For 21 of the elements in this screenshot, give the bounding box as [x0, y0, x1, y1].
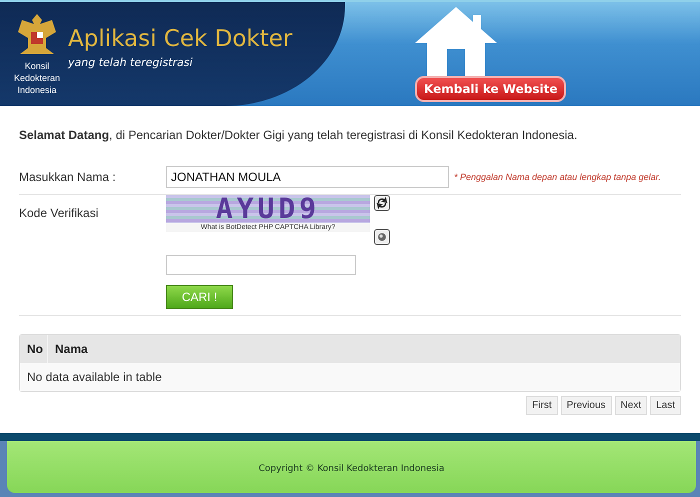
column-header: Nama — [54, 342, 88, 356]
speaker-icon[interactable] — [374, 229, 390, 245]
name-label: Masukkan Nama : — [19, 170, 117, 184]
empty-table-message: No data available in table — [20, 363, 680, 391]
name-hint: * Penggalan Nama depan atau lengkap tanpa gelar. — [454, 172, 661, 182]
captcha-code: AYUD9 — [216, 195, 320, 223]
app-subtitle: yang telah teregistrasi — [68, 56, 194, 69]
welcome-text: Selamat Datang, di Pencarian Dokter/Dokter Gigi yang telah teregistrasi di Konsil Kedokteran Indonesia. — [19, 128, 578, 142]
refresh-icon[interactable] — [374, 195, 390, 211]
home-icon — [415, 5, 497, 77]
captcha-input[interactable] — [166, 255, 356, 275]
back-to-website-button[interactable]: Kembali ke Website — [415, 76, 566, 102]
name-input[interactable]: JONATHAN MOULA — [166, 166, 449, 188]
pagination-button[interactable]: Previous — [560, 396, 612, 415]
pagination-button[interactable]: Next — [614, 396, 648, 415]
pagination-button[interactable]: Last — [650, 396, 681, 415]
copyright-text: Copyright © Konsil Kedokteran Indonesia — [258, 463, 444, 474]
captcha-label: Kode Verifikasi — [19, 205, 100, 222]
pagination-button[interactable]: First — [526, 396, 558, 415]
org-name: Konsil Kedokteran Indonesia — [12, 60, 62, 96]
app-title: Aplikasi Cek Dokter — [68, 26, 292, 52]
